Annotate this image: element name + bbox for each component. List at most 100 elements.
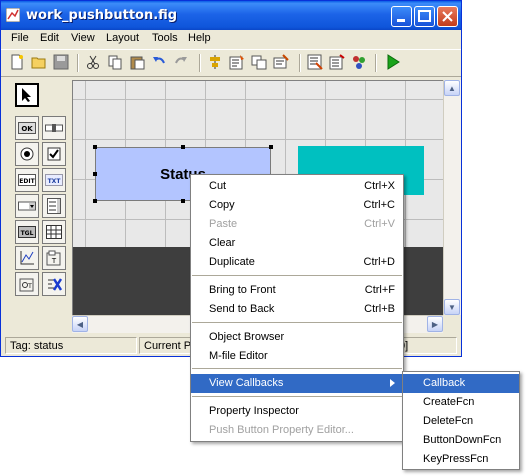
submenu-item-callback[interactable]: Callback [403,374,519,393]
listbox-tool[interactable] [42,194,66,218]
static-text-tool[interactable]: TXT [42,168,66,192]
tab-order-icon[interactable] [251,54,267,70]
context-item-object-browser[interactable]: Object Browser [191,328,403,347]
checkbox-tool[interactable] [42,142,66,166]
component-palette: OK EDIT TXT TGL T T [11,79,67,304]
selection-handle[interactable] [93,145,97,149]
submenu-item-keypressfcn[interactable]: KeyPressFcn [403,450,519,469]
scroll-left-button[interactable]: ◀ [72,316,88,332]
run-icon[interactable] [385,54,401,70]
context-item-cut[interactable]: Cut Ctrl+X [191,177,403,196]
context-item-mfile-editor[interactable]: M-file Editor [191,347,403,366]
mfile-editor-icon[interactable] [307,54,323,70]
context-item-copy[interactable]: Copy Ctrl+C [191,196,403,215]
selection-handle[interactable] [93,199,97,203]
popup-menu-tool[interactable] [15,194,39,218]
align-icon[interactable] [207,54,223,70]
arrow-cursor-icon [22,88,31,102]
context-item-send-to-back[interactable]: Send to Back Ctrl+B [191,300,403,319]
menu-label: KeyPressFcn [423,453,489,465]
menu-help[interactable]: Help [188,32,211,44]
maximize-button[interactable] [414,6,435,27]
listbox-icon [47,198,61,214]
new-icon[interactable] [9,54,25,70]
toolbar [1,49,461,77]
menu-label: Paste [209,218,238,230]
axes-tool[interactable] [15,246,39,270]
selection-handle[interactable] [269,145,273,149]
selection-handle[interactable] [181,145,185,149]
selection-handle[interactable] [181,199,185,203]
menu-shortcut: Ctrl+B [364,303,395,315]
slider-tool[interactable] [42,116,66,140]
menu-label: Bring to Front [209,284,276,296]
submenu-arrow-icon [390,379,395,387]
submenu-item-createfcn[interactable]: CreateFcn [403,393,519,412]
menu-file[interactable]: File [11,32,29,44]
table-tool[interactable] [42,220,66,244]
menu-label: ButtonDownFcn [423,434,502,446]
menu-tools[interactable]: Tools [152,32,178,44]
toolbar-editor-icon[interactable] [273,54,289,70]
chevron-right-icon: ▶ [431,319,439,329]
menu-shortcut: Ctrl+F [364,284,395,296]
scroll-down-button[interactable]: ▼ [444,299,460,315]
activex-tool[interactable] [42,272,66,296]
undo-icon[interactable] [151,54,167,70]
copy-icon[interactable] [107,54,123,70]
menu-edit[interactable]: Edit [40,32,59,44]
minimize-button[interactable] [391,6,412,27]
menu-label: Duplicate [209,256,255,268]
context-item-clear[interactable]: Clear [191,234,403,253]
static-text-icon: TXT [45,174,63,186]
paste-icon[interactable] [129,54,145,70]
chevron-up-icon: ▲ [448,83,456,93]
button-group-icon: T [19,278,34,292]
submenu-item-buttondownfcn[interactable]: ButtonDownFcn [403,431,519,450]
open-icon[interactable] [31,54,47,70]
menu-label: CreateFcn [423,396,475,408]
panel-tool[interactable]: T [42,246,66,270]
menu-label: Copy [209,199,235,211]
vertical-scrollbar[interactable]: ▲ ▼ [443,80,461,315]
selection-handle[interactable] [93,172,97,176]
activex-icon [48,278,62,291]
context-item-duplicate[interactable]: Duplicate Ctrl+D [191,253,403,272]
close-button[interactable] [437,6,458,27]
slider-icon [45,124,63,132]
cut-icon[interactable] [85,54,101,70]
menu-label: M-file Editor [209,350,268,362]
menu-label: Object Browser [209,331,285,343]
maximize-icon [418,10,431,22]
title-bar[interactable]: work_pushbutton.fig [1,1,461,30]
panel-icon: T [46,250,61,266]
scroll-up-button[interactable]: ▲ [444,80,460,96]
menu-layout[interactable]: Layout [106,32,139,44]
toggle-button-icon: TGL [18,226,36,238]
toggle-button-tool[interactable]: TGL [15,220,39,244]
menu-editor-icon[interactable] [229,54,245,70]
context-item-bring-to-front[interactable]: Bring to Front Ctrl+F [191,281,403,300]
save-icon[interactable] [53,54,69,70]
context-item-property-inspector[interactable]: Property Inspector [191,402,403,421]
menu-label: Property Inspector [209,405,299,417]
context-item-view-callbacks[interactable]: View Callbacks [191,374,403,393]
menu-view[interactable]: View [71,32,95,44]
property-inspector-icon[interactable] [329,54,345,70]
scroll-right-button[interactable]: ▶ [427,316,443,332]
minimize-icon [397,19,405,22]
select-tool[interactable] [15,83,39,107]
menu-label: Push Button Property Editor... [209,424,354,436]
context-menu: Cut Ctrl+X Copy Ctrl+C Paste Ctrl+V Clear D… [190,174,404,442]
push-button-tool[interactable]: OK [15,116,39,140]
redo-icon[interactable] [173,54,189,70]
button-group-tool[interactable]: T [15,272,39,296]
context-item-paste: Paste Ctrl+V [191,215,403,234]
svg-text:TGL: TGL [21,230,34,237]
submenu-item-deletefcn[interactable]: DeleteFcn [403,412,519,431]
edit-text-tool[interactable]: EDIT [15,168,39,192]
menu-shortcut: Ctrl+X [364,180,395,192]
radio-button-tool[interactable] [15,142,39,166]
menu-separator [192,275,402,276]
object-browser-icon[interactable] [351,54,367,70]
